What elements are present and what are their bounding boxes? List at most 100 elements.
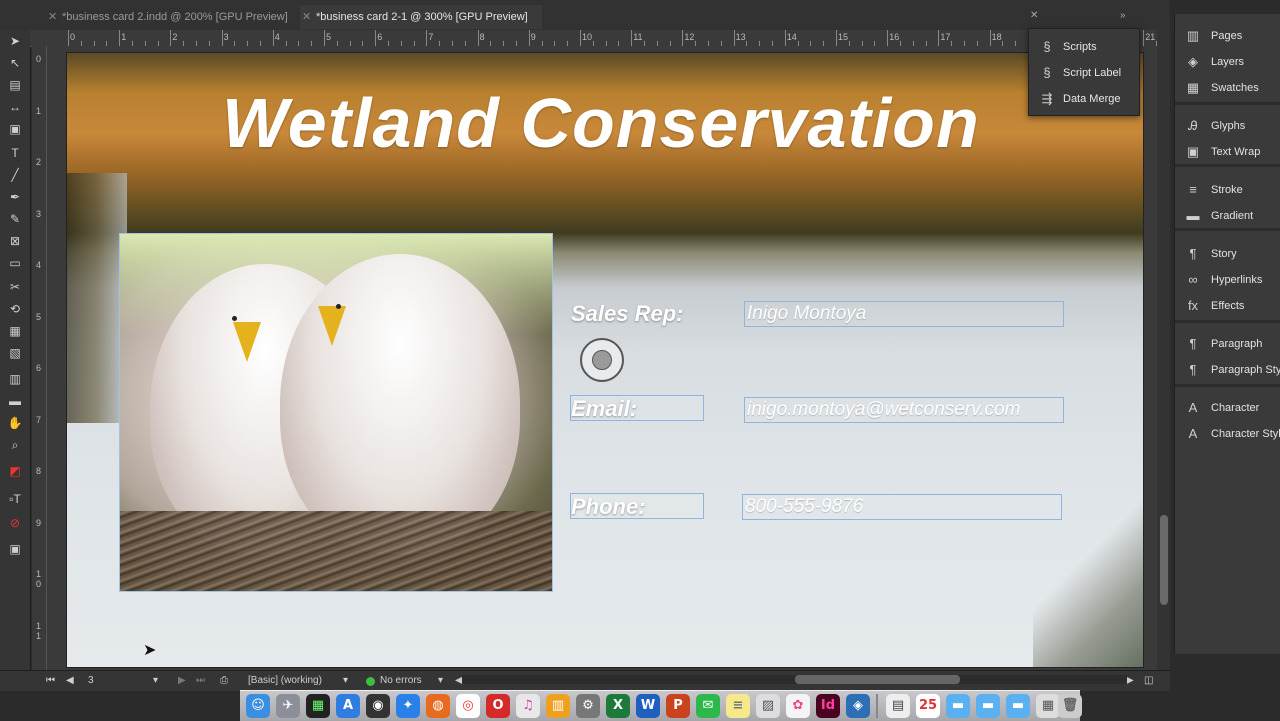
launchpad-icon[interactable]: ✈ [276, 694, 300, 718]
gap-tool-icon[interactable]: ↔ [5, 98, 25, 116]
panel-character-styles[interactable]: A Character Styles [1175, 422, 1280, 446]
screen-mode-icon[interactable]: ▣ [5, 540, 25, 558]
apply-none-icon[interactable]: ⊘ [5, 514, 25, 532]
egret-chicks-photo[interactable] [119, 233, 553, 592]
free-transform-tool-icon[interactable]: ⟲ [5, 300, 25, 318]
preflight-profile-label[interactable]: [Basic] (working) [248, 671, 322, 691]
panel-effects[interactable]: fx Effects [1175, 294, 1280, 318]
tab-business-card-2[interactable]: ✕ *business card 2.indd @ 200% [GPU Prev… [46, 5, 296, 29]
trash-icon[interactable]: 🗑 [1058, 694, 1082, 718]
preflight-profile-icon[interactable]: ⎙ [220, 671, 228, 691]
safari-icon[interactable]: ✦ [396, 694, 420, 718]
gradient-feather-tool-icon[interactable]: ▧ [5, 344, 25, 362]
quicktime-icon[interactable]: ◈ [846, 694, 870, 718]
dashboard-icon[interactable]: ◉ [366, 694, 390, 718]
last-page-icon[interactable]: ⏭ [196, 671, 205, 691]
chrome-icon[interactable]: ◎ [456, 694, 480, 718]
messages-icon[interactable]: ✉ [696, 694, 720, 718]
panel-paragraph[interactable]: ¶ Paragraph [1175, 332, 1280, 356]
direct-selection-tool-icon[interactable]: ↖ [5, 54, 25, 72]
popup-item-scripts[interactable]: § Scripts [1029, 34, 1139, 60]
finder-icon[interactable]: ☺ [246, 694, 270, 718]
horizontal-scroll-thumb[interactable] [795, 675, 960, 684]
ibooks-icon[interactable]: ▥ [546, 694, 570, 718]
gradient-swatch-tool-icon[interactable]: ▦ [5, 322, 25, 340]
notes-icon[interactable]: ≡ [726, 694, 750, 718]
panel-hyperlinks[interactable]: ∞ Hyperlinks [1175, 268, 1280, 292]
mission-control-icon[interactable]: ▦ [306, 694, 330, 718]
panel-group-divider[interactable] [1175, 228, 1280, 231]
preview-icon[interactable]: ▨ [756, 694, 780, 718]
panel-group-divider[interactable] [1175, 384, 1280, 387]
panel-glyphs[interactable]: Ꭿ Glyphs [1175, 114, 1280, 138]
indesign-icon[interactable]: Id [816, 694, 840, 718]
sales-rep-label-frame[interactable]: Sales Rep: [570, 300, 732, 326]
close-tab-icon[interactable]: ✕ [302, 5, 311, 29]
page-number-field[interactable]: 3 [88, 671, 94, 691]
email-field[interactable]: inigo.montoya@wetconserv.com [744, 397, 1064, 423]
tab-business-card-2-1[interactable]: ✕ *business card 2-1 @ 300% [GPU Preview… [300, 5, 542, 29]
preflight-errors-label[interactable]: No errors [380, 671, 422, 691]
photos-icon[interactable]: ✿ [786, 694, 810, 718]
panel-layers[interactable]: ◈ Layers [1175, 50, 1280, 74]
app-store-icon[interactable]: A [336, 694, 360, 718]
rectangle-tool-icon[interactable]: ▭ [5, 254, 25, 272]
headline-text-frame[interactable]: Wetland Conservation [222, 83, 1122, 163]
errors-dropdown-icon[interactable]: ▾ [438, 671, 443, 691]
zoom-tool-icon[interactable]: ⌕ [5, 436, 25, 454]
panel-pages[interactable]: ▥ Pages [1175, 24, 1280, 48]
profile-dropdown-icon[interactable]: ▾ [343, 671, 348, 691]
powerpoint-icon[interactable]: P [666, 694, 690, 718]
stack-folder-icon[interactable]: ▦ [1036, 694, 1060, 718]
document-icon[interactable]: ▤ [886, 694, 910, 718]
panel-character[interactable]: A Character [1175, 396, 1280, 420]
close-tab-icon[interactable]: ✕ [48, 5, 57, 29]
scissors-tool-icon[interactable]: ✂ [5, 278, 25, 296]
measure-tool-icon[interactable]: ▬ [5, 392, 25, 410]
panel-swatches[interactable]: ▦ Swatches [1175, 76, 1280, 100]
system-preferences-icon[interactable]: ⚙ [576, 694, 600, 718]
rectangle-frame-tool-icon[interactable]: ⊠ [5, 232, 25, 250]
content-collector-icon[interactable]: ▣ [5, 120, 25, 138]
formatting-affects-container-icon[interactable]: ▫T [5, 490, 25, 508]
selection-tool-icon[interactable]: ➤ [5, 32, 25, 50]
itunes-icon[interactable]: ♫ [516, 694, 540, 718]
panel-group-divider[interactable] [1175, 164, 1280, 167]
split-window-icon[interactable]: ◫ [1144, 671, 1153, 691]
applications-folder-icon[interactable]: ▬ [1006, 694, 1030, 718]
panel-stroke[interactable]: ≡ Stroke [1175, 178, 1280, 202]
panel-group-divider[interactable] [1175, 102, 1280, 105]
calendar-icon[interactable]: 25 [916, 694, 940, 718]
downloads-folder-icon[interactable]: ▬ [946, 694, 970, 718]
word-icon[interactable]: W [636, 694, 660, 718]
firefox-icon[interactable]: ◍ [426, 694, 450, 718]
previous-page-icon[interactable]: ◀ [66, 671, 74, 691]
next-page-icon[interactable]: ▶ [178, 671, 186, 691]
pencil-tool-icon[interactable]: ✎ [5, 210, 25, 228]
hand-tool-icon[interactable]: ✋ [5, 414, 25, 432]
fill-stroke-icon[interactable]: ◩ [5, 462, 25, 480]
phone-label-frame[interactable]: Phone: [570, 493, 704, 519]
opera-icon[interactable]: O [486, 694, 510, 718]
collapse-panel-icon[interactable]: » [1120, 10, 1126, 21]
panel-paragraph-styles[interactable]: ¶ Paragraph Styles [1175, 358, 1280, 382]
type-tool-icon[interactable]: T [5, 144, 25, 162]
line-tool-icon[interactable]: ╱ [5, 166, 25, 184]
phone-field[interactable]: 800-555-9876 [742, 494, 1062, 520]
excel-icon[interactable]: X [606, 694, 630, 718]
scroll-right-icon[interactable]: ▶ [1126, 671, 1134, 691]
page-dropdown-icon[interactable]: ▾ [153, 671, 158, 691]
note-tool-icon[interactable]: ▥ [5, 370, 25, 388]
panel-group-divider[interactable] [1175, 320, 1280, 323]
sales-rep-field[interactable]: Inigo Montoya [744, 301, 1064, 327]
popup-item-script-label[interactable]: § Script Label [1029, 60, 1139, 86]
close-panel-icon[interactable]: ✕ [1030, 10, 1038, 21]
panel-gradient[interactable]: ▬ Gradient [1175, 204, 1280, 228]
document-page[interactable]: Wetland Conservation Sales Rep: Inigo Mo… [66, 52, 1144, 668]
panel-story[interactable]: ¶ Story [1175, 242, 1280, 266]
panel-text-wrap[interactable]: ▣ Text Wrap [1175, 140, 1280, 164]
pen-tool-icon[interactable]: ✒ [5, 188, 25, 206]
documents-folder-icon[interactable]: ▬ [976, 694, 1000, 718]
first-page-icon[interactable]: ⏮ [46, 671, 55, 691]
vertical-scroll-thumb[interactable] [1160, 515, 1168, 605]
